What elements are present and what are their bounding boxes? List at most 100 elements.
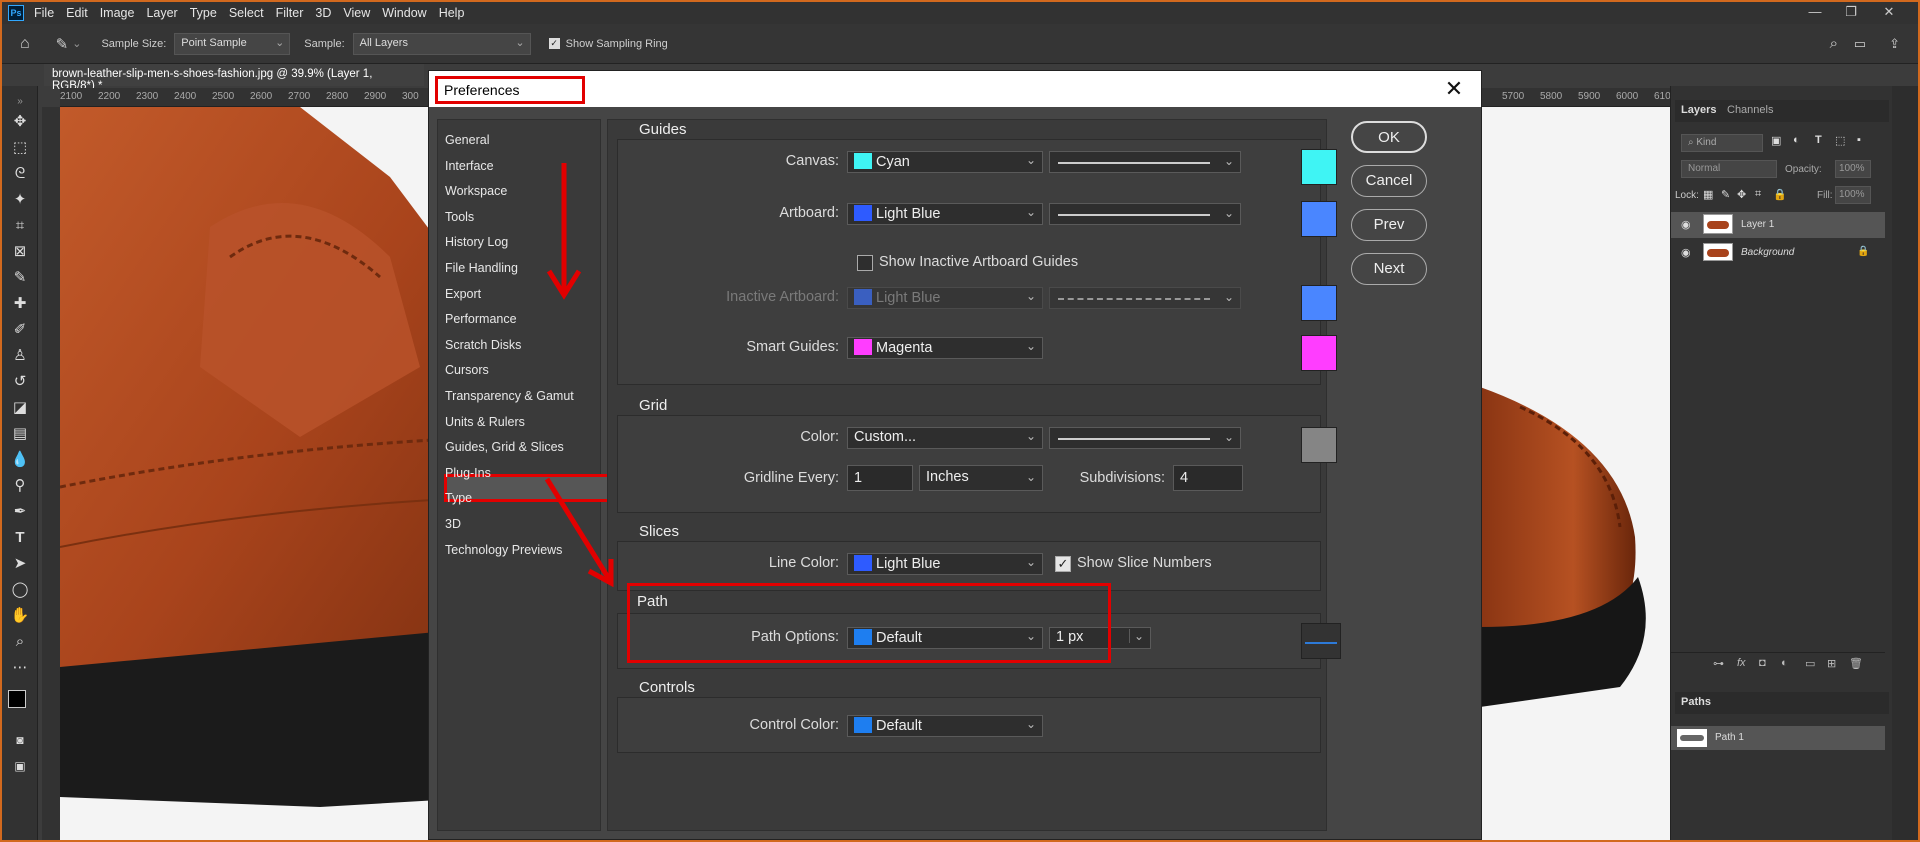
ruler-tick: 5800 bbox=[1540, 91, 1563, 102]
workspace-icon[interactable]: ▭ bbox=[1854, 36, 1866, 52]
brush-tool-icon[interactable]: ✐ bbox=[10, 320, 30, 340]
ellipse-tool-icon[interactable]: ◯ bbox=[10, 580, 30, 600]
ruler-tick: 2700 bbox=[288, 91, 311, 102]
path-row[interactable]: Path 1 bbox=[1671, 726, 1885, 750]
sample-size-label: Sample Size: bbox=[101, 37, 167, 50]
screen-mode-icon[interactable]: ▣ bbox=[10, 756, 30, 776]
sample-size-select[interactable]: Point Sample ⌄ bbox=[174, 32, 291, 55]
filter-smart-icon[interactable]: ▪ bbox=[1857, 134, 1861, 146]
delete-icon[interactable]: 🗑 bbox=[1849, 657, 1863, 670]
lasso-tool-icon[interactable]: ᘓ bbox=[10, 164, 30, 184]
sample-select[interactable]: All Layers ⌄ bbox=[352, 32, 531, 55]
tab-paths[interactable]: Paths bbox=[1681, 696, 1711, 708]
menu-help[interactable]: Help bbox=[439, 6, 465, 20]
filter-adjust-icon[interactable]: ◐ bbox=[1793, 134, 1800, 146]
hand-tool-icon[interactable]: ✋ bbox=[10, 606, 30, 626]
eraser-tool-icon[interactable]: ◪ bbox=[10, 398, 30, 418]
eyedropper-tool-icon[interactable]: ✎ bbox=[10, 268, 30, 288]
group-icon[interactable]: ▭ bbox=[1805, 657, 1815, 670]
filter-type-icon[interactable]: T bbox=[1815, 134, 1822, 146]
crop-tool-icon[interactable]: ⌗ bbox=[10, 216, 30, 236]
menu-file[interactable]: File bbox=[34, 6, 54, 20]
opacity-input[interactable]: 100% bbox=[1835, 160, 1871, 178]
path-thumbnail bbox=[1677, 729, 1707, 747]
blend-mode-select[interactable]: Normal bbox=[1681, 160, 1777, 178]
lock-pixels-icon[interactable]: ▦ bbox=[1703, 188, 1713, 201]
adjustment-icon[interactable]: ◐ bbox=[1781, 657, 1788, 669]
new-layer-icon[interactable]: ⊞ bbox=[1827, 657, 1836, 670]
path-selection-tool-icon[interactable]: ➤ bbox=[10, 554, 30, 574]
menu-select[interactable]: Select bbox=[229, 6, 264, 20]
quick-mask-icon[interactable]: ◙ bbox=[10, 730, 30, 750]
more-tools-icon[interactable]: ⋯ bbox=[10, 658, 30, 678]
right-scrollbar[interactable] bbox=[1892, 86, 1918, 840]
menu-filter[interactable]: Filter bbox=[276, 6, 304, 20]
fx-icon[interactable]: fx bbox=[1737, 657, 1746, 669]
dodge-tool-icon[interactable]: ⚲ bbox=[10, 476, 30, 496]
annotation-arrows bbox=[544, 163, 614, 588]
menu-type[interactable]: Type bbox=[190, 6, 217, 20]
ruler-tick: 2300 bbox=[136, 91, 159, 102]
right-panel-dock: Layers Channels ⌕ Kind ▣ ◐ T ⬚ ▪ Normal … bbox=[1670, 86, 1892, 840]
menu-image[interactable]: Image bbox=[100, 6, 135, 20]
blur-tool-icon[interactable]: 💧 bbox=[10, 450, 30, 470]
layer-row[interactable]: ◉ Layer 1 bbox=[1671, 212, 1885, 238]
fill-input[interactable]: 100% bbox=[1835, 186, 1871, 204]
ruler-tick: 6000 bbox=[1616, 91, 1639, 102]
close-window-icon[interactable]: ✕ bbox=[1874, 4, 1904, 22]
share-icon[interactable]: ⇪ bbox=[1889, 36, 1900, 52]
filter-image-icon[interactable]: ▣ bbox=[1771, 134, 1781, 147]
restore-icon[interactable]: ❐ bbox=[1836, 4, 1866, 22]
eyedropper-tool-icon[interactable]: ✎ bbox=[56, 35, 69, 53]
type-tool-icon[interactable]: T bbox=[10, 528, 30, 548]
menu-window[interactable]: Window bbox=[382, 6, 426, 20]
layers-footer: ⊶ fx ◘ ◐ ▭ ⊞ 🗑 bbox=[1671, 652, 1885, 674]
search-icon[interactable]: ⌕ bbox=[1830, 35, 1838, 52]
gradient-tool-icon[interactable]: ▤ bbox=[10, 424, 30, 444]
menu-edit[interactable]: Edit bbox=[66, 6, 88, 20]
tools-panel: » ✥ ⬚ ᘓ ✦ ⌗ ⊠ ✎ ✚ ✐ ♙ ↺ ◪ ▤ 💧 ⚲ ✒ T ➤ ◯ … bbox=[2, 86, 38, 840]
photoshop-window: Ps File Edit Image Layer Type Select Fil… bbox=[0, 0, 1920, 842]
sample-label: Sample: bbox=[304, 37, 345, 50]
layer-thumbnail bbox=[1703, 243, 1733, 261]
link-icon[interactable]: ⊶ bbox=[1713, 657, 1724, 670]
layer-filter-kind[interactable]: ⌕ Kind bbox=[1681, 134, 1763, 152]
minimize-icon[interactable]: — bbox=[1800, 4, 1830, 22]
show-ring-checkbox[interactable]: ✓ bbox=[548, 38, 560, 49]
filter-shape-icon[interactable]: ⬚ bbox=[1835, 134, 1845, 147]
pen-tool-icon[interactable]: ✒ bbox=[10, 502, 30, 522]
tab-channels[interactable]: Channels bbox=[1727, 104, 1773, 116]
layer-name: Background bbox=[1741, 247, 1795, 258]
ruler-tick: 5900 bbox=[1578, 91, 1601, 102]
layer-row[interactable]: ◉ Background 🔒 bbox=[1671, 240, 1885, 266]
menu-layer[interactable]: Layer bbox=[146, 6, 177, 20]
eye-icon[interactable]: ◉ bbox=[1681, 246, 1691, 259]
lock-move-icon[interactable]: ✥ bbox=[1737, 188, 1746, 201]
lock-all-icon[interactable]: 🔒 bbox=[1773, 188, 1787, 201]
eye-icon[interactable]: ◉ bbox=[1681, 218, 1691, 231]
tab-layers[interactable]: Layers bbox=[1681, 104, 1716, 116]
lock-paint-icon[interactable]: ✎ bbox=[1721, 188, 1730, 201]
healing-brush-tool-icon[interactable]: ✚ bbox=[10, 294, 30, 314]
marquee-tool-icon[interactable]: ⬚ bbox=[10, 138, 30, 158]
move-tool-icon[interactable]: ✥ bbox=[10, 112, 30, 132]
history-brush-tool-icon[interactable]: ↺ bbox=[10, 372, 30, 392]
ruler-tick: 2500 bbox=[212, 91, 235, 102]
magic-wand-tool-icon[interactable]: ✦ bbox=[10, 190, 30, 210]
frame-tool-icon[interactable]: ⊠ bbox=[10, 242, 30, 262]
collapse-icon[interactable]: » bbox=[10, 92, 30, 112]
chevron-down-icon[interactable]: ⌄ bbox=[72, 37, 81, 50]
lock-artboard-icon[interactable]: ⌗ bbox=[1755, 188, 1761, 201]
lock-label: Lock: bbox=[1675, 190, 1699, 201]
lock-icon: 🔒 bbox=[1857, 246, 1870, 257]
foreground-color-swatch[interactable] bbox=[8, 690, 26, 708]
mask-icon[interactable]: ◘ bbox=[1759, 657, 1766, 669]
ruler-tick: 2600 bbox=[250, 91, 273, 102]
document-tab[interactable]: brown-leather-slip-men-s-shoes-fashion.j… bbox=[44, 64, 424, 92]
menu-3d[interactable]: 3D bbox=[315, 6, 331, 20]
menu-view[interactable]: View bbox=[343, 6, 370, 20]
stamp-tool-icon[interactable]: ♙ bbox=[10, 346, 30, 366]
zoom-tool-icon[interactable]: ⌕ bbox=[10, 632, 30, 652]
home-icon[interactable]: ⌂ bbox=[20, 35, 30, 53]
fill-label: Fill: bbox=[1817, 190, 1833, 201]
